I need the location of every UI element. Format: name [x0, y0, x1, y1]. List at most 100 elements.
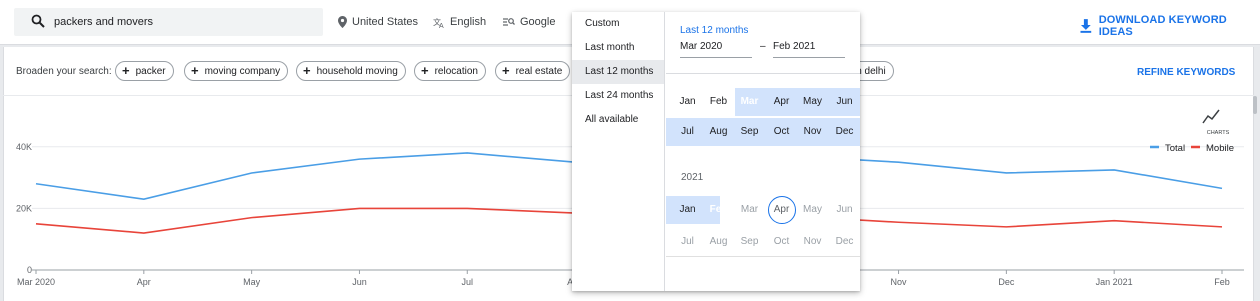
month-label: Jul — [681, 236, 694, 247]
search-network-icon — [503, 18, 515, 26]
chart-legend: Total Mobile — [1150, 143, 1234, 154]
month-label: Jun — [836, 204, 853, 215]
month-label: Aug — [709, 126, 728, 137]
plus-icon: + — [191, 63, 199, 78]
y-tick-label: 0 — [27, 265, 32, 275]
keyword-planner-page: packers and movers United States 文 A Eng… — [0, 0, 1260, 301]
month-cell[interactable]: Sep — [734, 118, 765, 146]
range-title: Last 12 months — [680, 25, 749, 36]
month-label: Mar — [740, 96, 759, 107]
month-row: Jan Feb Mar Apr May Jun — [666, 88, 860, 116]
month-cell[interactable]: Jul — [672, 118, 703, 146]
chip-label: household moving — [316, 65, 398, 77]
preset-custom[interactable]: Custom — [572, 12, 664, 36]
broaden-chip[interactable]: + household moving — [296, 61, 406, 81]
x-tick-label: Feb — [1214, 277, 1230, 287]
x-tick-label: Apr — [137, 277, 151, 287]
month-cell-disabled: Jun — [829, 196, 860, 224]
month-label: Sep — [740, 126, 759, 137]
language-label: English — [450, 16, 487, 28]
network-label: Google — [520, 16, 556, 28]
date-range-picker: Custom Last month Last 12 months Last 24… — [572, 12, 860, 291]
month-cell[interactable]: Apr — [766, 88, 797, 116]
x-tick-label: Mar 2020 — [17, 277, 55, 287]
y-tick-label: 20K — [16, 203, 32, 213]
preset-all-available[interactable]: All available — [572, 108, 664, 132]
broaden-chip[interactable]: + relocation — [414, 61, 486, 81]
month-cell[interactable]: Jun — [829, 88, 860, 116]
month-label: Dec — [835, 236, 854, 247]
month-label: Jul — [681, 126, 694, 137]
month-cell-disabled: Nov — [797, 228, 828, 256]
location-filter[interactable]: United States — [338, 16, 418, 28]
x-tick-label: Jun — [352, 277, 367, 287]
range-separator: – — [760, 41, 766, 52]
location-pin-icon — [338, 16, 347, 28]
month-label: Nov — [803, 126, 822, 137]
broaden-label: Broaden your search: — [16, 66, 112, 77]
month-cell[interactable]: May — [797, 88, 828, 116]
y-tick-label: 40K — [16, 142, 32, 152]
month-label: Oct — [773, 236, 790, 247]
month-cell-selected-start[interactable]: Mar — [734, 88, 765, 116]
month-label: Oct — [773, 126, 790, 137]
month-label: Nov — [803, 236, 822, 247]
chip-label: real estate — [515, 65, 563, 77]
end-date-field[interactable]: Feb 2021 — [773, 39, 845, 58]
month-cell[interactable]: Aug — [703, 118, 734, 146]
scrollbar-thumb[interactable] — [1253, 96, 1257, 114]
month-row: Jan Feb Mar Apr May Jun — [666, 196, 860, 224]
download-keyword-ideas-button[interactable]: DOWNLOAD KEYWORD IDEAS — [1080, 14, 1260, 38]
month-cell-disabled: Sep — [734, 228, 765, 256]
month-cell[interactable]: Nov — [797, 118, 828, 146]
chip-label: moving company — [204, 65, 281, 77]
preset-last-24-months[interactable]: Last 24 months — [572, 84, 664, 108]
month-cell-disabled: Aug — [703, 228, 734, 256]
start-date-field[interactable]: Mar 2020 — [680, 39, 752, 58]
month-row: Jul Aug Sep Oct Nov Dec — [666, 118, 860, 146]
search-box[interactable]: packers and movers — [14, 8, 323, 36]
translate-icon: 文 A — [433, 17, 444, 28]
broaden-chip[interactable]: + packer — [115, 61, 174, 81]
month-label: Jan — [679, 96, 696, 107]
trend-chart-icon — [1202, 109, 1220, 124]
broaden-chip[interactable]: + moving company — [184, 61, 289, 81]
month-cell[interactable]: Dec — [829, 118, 860, 146]
network-filter[interactable]: Google — [503, 16, 555, 28]
month-cell[interactable]: Jan — [672, 88, 703, 116]
month-cell-disabled: Oct — [766, 228, 797, 256]
chart-toggle-label: CHARTS — [1207, 130, 1230, 136]
month-cell-disabled: Jul — [672, 228, 703, 256]
broaden-chip[interactable]: + real estate — [495, 61, 571, 81]
x-tick-label: May — [243, 277, 261, 287]
search-icon — [31, 14, 45, 28]
month-cell[interactable]: Jan — [672, 196, 703, 224]
refine-keywords-button[interactable]: REFINE KEYWORDS — [1137, 67, 1235, 78]
date-range-header: Last 12 months Mar 2020 – Feb 2021 — [666, 12, 860, 74]
preset-last-12-months[interactable]: Last 12 months — [572, 60, 664, 84]
month-label: Feb — [709, 96, 728, 107]
month-cell-selected-end[interactable]: Feb — [703, 196, 734, 224]
chip-label: packer — [135, 65, 166, 77]
legend-label-total: Total — [1165, 143, 1185, 154]
month-label: Feb — [709, 204, 728, 215]
month-label: May — [803, 204, 822, 215]
search-input[interactable]: packers and movers — [54, 16, 153, 28]
month-cell[interactable]: Oct — [766, 118, 797, 146]
language-filter[interactable]: 文 A English — [433, 16, 486, 28]
year-label: 2021 — [681, 172, 704, 183]
month-cell[interactable]: Feb — [703, 88, 734, 116]
month-cell-current: Apr — [766, 196, 797, 224]
chart-toggle[interactable]: CHARTS — [1202, 109, 1230, 136]
month-label: Jan — [679, 204, 696, 215]
preset-last-month[interactable]: Last month — [572, 36, 664, 60]
month-label: Aug — [709, 236, 728, 247]
x-tick-label: Jan 2021 — [1096, 277, 1133, 287]
month-label: Apr — [773, 96, 790, 107]
legend-label-mobile: Mobile — [1206, 143, 1234, 154]
plus-icon: + — [421, 63, 429, 78]
plus-icon: + — [303, 63, 311, 78]
plus-icon: + — [122, 63, 130, 78]
month-row: Jul Aug Sep Oct Nov Dec — [666, 228, 860, 256]
chip-label: relocation — [434, 65, 478, 77]
